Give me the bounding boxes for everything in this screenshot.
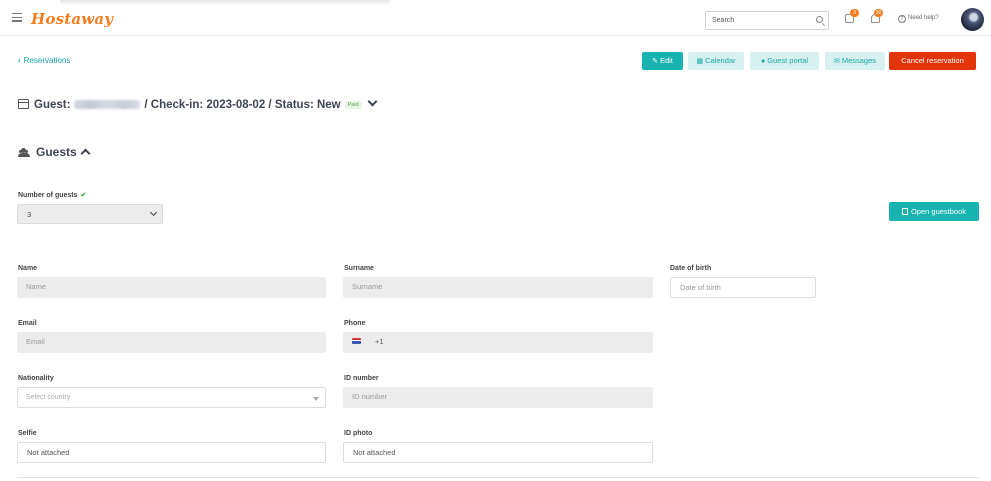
- back-to-reservations-link[interactable]: ‹ Reservations: [18, 56, 70, 65]
- guest-label: Guest:: [34, 99, 71, 111]
- messages-label: Messages: [841, 56, 877, 65]
- nationality-placeholder: Select country: [26, 394, 71, 401]
- selfie-field[interactable]: Not attached: [17, 442, 326, 463]
- date-of-birth-field[interactable]: Date of birth: [670, 277, 816, 298]
- search-placeholder: Search: [712, 17, 735, 24]
- notification-badge: 30: [874, 9, 883, 17]
- guest-portal-label: Guest portal: [767, 56, 809, 65]
- envelope-icon: ✉: [833, 58, 840, 65]
- avatar[interactable]: [961, 8, 984, 31]
- date-of-birth-label: Date of birth: [670, 265, 712, 272]
- search-input[interactable]: Search: [705, 11, 829, 30]
- guests-title: Guests: [36, 145, 77, 159]
- reservation-summary: / Check-in: 2023-08-02 / Status: New: [144, 99, 341, 111]
- user-icon: ●: [760, 58, 766, 65]
- app-logo[interactable]: Hostaway: [31, 10, 113, 28]
- edit-icon: ✎: [652, 58, 658, 65]
- name-label: Name: [18, 265, 38, 272]
- bell-notification-icon[interactable]: 30: [871, 9, 883, 23]
- help-link[interactable]: ? Need help?: [898, 15, 939, 23]
- edit-label: Edit: [659, 56, 673, 65]
- calendar-notification-icon[interactable]: 3: [845, 9, 859, 23]
- book-icon: [901, 208, 908, 215]
- edit-button[interactable]: ✎ Edit: [642, 52, 683, 70]
- chevron-down-icon: [149, 208, 158, 217]
- chevron-up-icon[interactable]: [80, 148, 91, 159]
- number-of-guests-select[interactable]: 3: [17, 204, 163, 224]
- messages-button[interactable]: ✉ Messages: [825, 52, 885, 70]
- nationality-label: Nationality: [18, 375, 54, 382]
- guest-portal-button[interactable]: ● Guest portal: [750, 52, 819, 70]
- caret-down-icon: [313, 397, 319, 401]
- calendar-icon: ▦: [696, 58, 704, 65]
- check-icon: ✔: [80, 192, 87, 199]
- number-of-guests-text: Number of guests: [18, 192, 78, 199]
- id-photo-label: ID photo: [344, 430, 373, 437]
- phone-label: Phone: [344, 320, 366, 327]
- question-icon: ?: [898, 15, 906, 23]
- notification-badge: 3: [850, 9, 859, 17]
- phone-field[interactable]: +1: [343, 332, 653, 353]
- open-guestbook-label: Open guestbook: [910, 207, 967, 216]
- surname-label: Surname: [344, 265, 374, 272]
- back-label: Reservations: [23, 56, 71, 65]
- email-field[interactable]: Email: [17, 332, 326, 353]
- name-field[interactable]: Name: [17, 277, 326, 298]
- guests-section-header[interactable]: Guests: [18, 145, 91, 159]
- search-icon[interactable]: [816, 16, 823, 23]
- calendar-label: Calendar: [705, 56, 736, 65]
- blurred-overlay: [60, 0, 390, 6]
- chevron-down-icon[interactable]: [367, 96, 378, 107]
- surname-field[interactable]: Surname: [343, 277, 653, 298]
- users-icon: [18, 148, 30, 157]
- chevron-left-icon: ‹: [18, 56, 21, 65]
- calendar-check-icon: [18, 99, 29, 109]
- id-number-label: ID number: [344, 375, 379, 382]
- id-photo-field[interactable]: Not attached: [343, 442, 653, 463]
- number-of-guests-value: 3: [27, 210, 32, 219]
- cancel-reservation-button[interactable]: Cancel reservation: [889, 52, 976, 70]
- top-bar: Hostaway Search 3 30 ? Need help?: [0, 0, 991, 36]
- selfie-label: Selfie: [18, 430, 37, 437]
- open-guestbook-button[interactable]: Open guestbook: [889, 202, 979, 221]
- id-number-field[interactable]: ID number: [343, 387, 653, 408]
- phone-value: +1: [375, 337, 384, 346]
- guest-name-redacted: [74, 100, 141, 109]
- status-badge: Paid: [344, 101, 362, 109]
- help-label: Need help?: [908, 15, 939, 21]
- reservation-heading[interactable]: Guest: / Check-in: 2023-08-02 / Status: N…: [18, 96, 378, 111]
- menu-icon[interactable]: [12, 13, 22, 22]
- calendar-button[interactable]: ▦ Calendar: [688, 52, 744, 70]
- number-of-guests-label: Number of guests ✔: [18, 191, 86, 199]
- nationality-select[interactable]: Select country: [17, 387, 326, 408]
- flag-icon[interactable]: [352, 338, 361, 344]
- divider: [17, 477, 979, 478]
- email-label: Email: [18, 320, 37, 327]
